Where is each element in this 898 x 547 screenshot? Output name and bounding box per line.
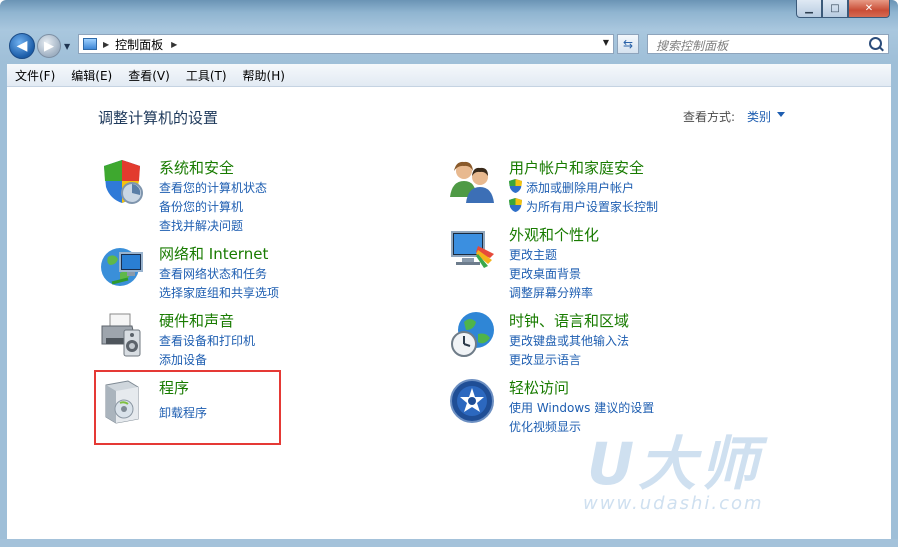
- address-bar[interactable]: ▶ 控制面板 ▶ ▼: [78, 34, 614, 54]
- menu-bar: 文件(F) 编辑(E) 查看(V) 工具(T) 帮助(H): [7, 64, 891, 87]
- watermark-logo: U大师: [587, 430, 763, 498]
- close-button[interactable]: ✕: [848, 0, 890, 18]
- link-backup-computer[interactable]: 备份您的计算机: [159, 198, 243, 215]
- chevron-down-icon[interactable]: [777, 112, 785, 117]
- uac-shield-icon: [509, 198, 522, 212]
- window-bottom-border: [0, 539, 898, 547]
- back-button[interactable]: ◀: [9, 33, 35, 59]
- control-panel-icon: [83, 38, 97, 50]
- category-title-system-security[interactable]: 系统和安全: [159, 157, 234, 178]
- menu-help[interactable]: 帮助(H): [243, 67, 285, 84]
- view-by-dropdown[interactable]: 类别: [747, 108, 771, 125]
- menu-file[interactable]: 文件(F): [15, 67, 55, 84]
- globe-clock-icon[interactable]: [448, 310, 496, 358]
- menu-view[interactable]: 查看(V): [128, 67, 170, 84]
- printer-icon[interactable]: [98, 310, 146, 358]
- link-change-keyboard[interactable]: 更改键盘或其他输入法: [509, 332, 629, 349]
- address-dropdown-icon[interactable]: ▼: [603, 38, 609, 47]
- link-add-device[interactable]: 添加设备: [159, 351, 207, 368]
- link-homegroup-sharing[interactable]: 选择家庭组和共享选项: [159, 284, 279, 301]
- category-title-ease-of-access[interactable]: 轻松访问: [509, 377, 569, 398]
- minimize-button[interactable]: ▁: [796, 0, 822, 18]
- window-controls: ▁ □ ✕: [796, 0, 890, 18]
- link-adjust-resolution[interactable]: 调整屏幕分辨率: [509, 284, 593, 301]
- window-frame: ▁ □ ✕ ◀ ▶ ▼ ▶ 控制面板 ▶ ▼ ⇆ 文件(F) 编辑(E) 查看(…: [0, 0, 898, 547]
- link-optimize-video[interactable]: 优化视频显示: [509, 418, 581, 435]
- uac-shield-icon: [509, 179, 522, 193]
- refresh-button[interactable]: ⇆: [617, 34, 639, 54]
- monitor-palette-icon[interactable]: [448, 224, 496, 272]
- arrow-left-icon: ◀: [16, 38, 28, 54]
- forward-button[interactable]: ▶: [37, 34, 61, 58]
- refresh-icon: ⇆: [622, 37, 634, 51]
- link-view-computer-status[interactable]: 查看您的计算机状态: [159, 179, 267, 196]
- highlight-box: [94, 370, 281, 445]
- shield-icon[interactable]: [98, 157, 146, 205]
- category-title-hardware-sound[interactable]: 硬件和声音: [159, 310, 234, 331]
- search-input[interactable]: [656, 38, 866, 54]
- watermark-url: www.udashi.com: [583, 493, 764, 514]
- category-title-network-internet[interactable]: 网络和 Internet: [159, 243, 268, 264]
- link-add-remove-accounts[interactable]: 添加或删除用户帐户: [526, 179, 634, 196]
- watermark: U大师 www.udashi.com: [577, 417, 807, 517]
- link-view-devices-printers[interactable]: 查看设备和打印机: [159, 332, 255, 349]
- maximize-button[interactable]: □: [822, 0, 848, 18]
- arrow-right-icon: ▶: [44, 38, 54, 54]
- link-change-background[interactable]: 更改桌面背景: [509, 265, 581, 282]
- navigation-bar: ◀ ▶ ▼ ▶ 控制面板 ▶ ▼ ⇆: [0, 26, 898, 62]
- page-title: 调整计算机的设置: [98, 109, 219, 127]
- link-use-recommended-settings[interactable]: 使用 Windows 建议的设置: [509, 399, 654, 416]
- content-area: 调整计算机的设置 查看方式: 类别 系统和安全 查看您的计算机状态 备份您的计算…: [7, 87, 891, 539]
- menu-tools[interactable]: 工具(T): [186, 67, 227, 84]
- breadcrumb-control-panel[interactable]: 控制面板: [115, 36, 163, 53]
- category-title-appearance[interactable]: 外观和个性化: [509, 224, 599, 245]
- category-title-clock-language[interactable]: 时钟、语言和区域: [509, 310, 629, 331]
- ease-of-access-icon[interactable]: [448, 377, 496, 425]
- users-icon[interactable]: [448, 157, 496, 205]
- network-globe-icon[interactable]: [98, 243, 146, 291]
- view-by-label: 查看方式:: [683, 110, 736, 124]
- title-bar: ▁ □ ✕: [0, 0, 898, 24]
- link-change-theme[interactable]: 更改主题: [509, 246, 557, 263]
- menu-edit[interactable]: 编辑(E): [71, 67, 112, 84]
- breadcrumb-separator-icon[interactable]: ▶: [103, 40, 109, 49]
- breadcrumb-separator-icon[interactable]: ▶: [171, 40, 177, 49]
- history-dropdown-button[interactable]: ▼: [64, 42, 70, 51]
- link-change-display-language[interactable]: 更改显示语言: [509, 351, 581, 368]
- link-parental-controls[interactable]: 为所有用户设置家长控制: [526, 198, 658, 215]
- link-find-fix-problems[interactable]: 查找并解决问题: [159, 217, 243, 234]
- search-icon[interactable]: [869, 37, 882, 50]
- link-view-network-status[interactable]: 查看网络状态和任务: [159, 265, 267, 282]
- search-box[interactable]: [647, 34, 889, 54]
- category-title-user-accounts[interactable]: 用户帐户和家庭安全: [509, 157, 644, 178]
